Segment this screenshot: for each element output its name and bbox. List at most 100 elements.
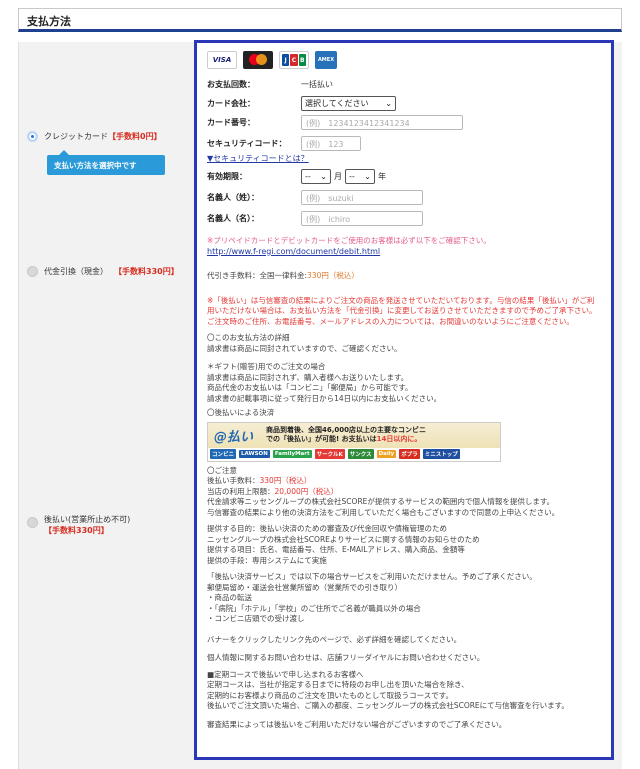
security-code-input[interactable]: (例) 123: [301, 135, 361, 151]
card-company-label: カード会社：: [207, 98, 255, 108]
restrict-line: 「後払い決済サービス」では以下の場合サービスをご利用いただけません。予めご了承く…: [207, 572, 537, 581]
provide-block: 提供する目的：後払い決済のための審査及び代金回収や債権管理のため ニッセングルー…: [207, 524, 601, 566]
regular-course-block: ■定期コースで後払いで申し込まれるお客様へ 定期コースは、当社が指定する日までに…: [207, 670, 601, 712]
score-line: 与信審査の結果により他の決済方法をご利用していただく場合もございますので同意の上…: [207, 507, 560, 517]
settlement-title: 〇後払いによる決済: [207, 408, 275, 417]
section-title: 支払方法: [27, 15, 71, 28]
cod-fee-line: 代引き手数料：全国一律料金:330円（税込）: [207, 271, 601, 282]
store-badge: コンビニ: [210, 449, 237, 459]
gift-title: ＊ギフト(贈答)用でのご注文の場合: [207, 362, 326, 371]
gift-line: 商品代金のお支払いは「コンビニ」「郵便局」から可能です。: [207, 383, 413, 392]
security-link-row: ▼セキュリティコードとは？: [207, 153, 601, 165]
card-brand-logos: VISA JCB AMEX: [207, 51, 601, 69]
last-name-row: 名義人（姓）： (例) suzuki: [207, 188, 601, 206]
cod-fee-value: 330円（税込）: [307, 271, 359, 280]
payment-option-credit[interactable]: クレジットカード 【手数料0円】: [27, 131, 162, 142]
last-name-label: 名義人（姓）：: [207, 192, 259, 202]
first-name-input[interactable]: (例) ichiro: [301, 210, 423, 226]
security-code-link[interactable]: ▼セキュリティコードとは？: [207, 154, 309, 163]
expiry-month-select[interactable]: -- ⌄: [301, 168, 331, 184]
expiry-row: 有効期限： -- ⌄ 月 -- ⌄ 年: [207, 167, 601, 185]
credit-card-label: クレジットカード: [44, 132, 108, 141]
store-badge: サークルK: [314, 449, 345, 459]
visa-logo: VISA: [207, 51, 237, 69]
gift-block: ＊ギフト(贈答)用でのご注文の場合 請求書は商品に同封されず、購入者様へお送りい…: [207, 362, 601, 404]
deferred-label: 後払い(営業所止め不可): [44, 515, 131, 524]
radio-credit-card[interactable]: [27, 131, 38, 142]
security-code-label: セキュリティコード：: [207, 138, 287, 148]
chevron-down-icon: ⌄: [364, 171, 371, 181]
jcb-logo: JCB: [279, 51, 309, 69]
first-name-row: 名義人（名）： (例) ichiro: [207, 209, 601, 227]
banner-top: @払い 商品到着後、全国46,000店以上の主要なコンビニ での「後払い」が可能…: [208, 422, 500, 448]
payment-option-deferred[interactable]: 後払い(営業所止め不可) 【手数料330円】: [27, 514, 192, 536]
banner-line1: 商品到着後、全国46,000店以上の主要なコンビニ: [266, 426, 427, 434]
provide-line: 提供する項目：氏名、電話番号、住所、E-MAILアドレス、購入商品、金額等: [207, 545, 465, 554]
banner-logo: @払い: [214, 429, 254, 445]
banner-line2b: 14日以内に。: [376, 435, 422, 443]
atobarai-banner[interactable]: @払い 商品到着後、全国46,000店以上の主要なコンビニ での「後払い」が可能…: [207, 421, 501, 462]
store-badge: ポプラ: [399, 449, 420, 459]
debit-info-link[interactable]: http://www.f-regi.com/document/debit.htm…: [207, 247, 601, 258]
deferred-fee-prefix: 後払い手数料：: [207, 476, 260, 485]
card-company-value: 選択してください: [305, 98, 369, 108]
first-name-label: 名義人（名）：: [207, 213, 259, 223]
last-name-input[interactable]: (例) suzuki: [301, 189, 423, 205]
expiry-month-value: --: [305, 171, 311, 181]
cod-fee-prefix: 代引き手数料：全国一律料金:: [207, 271, 308, 280]
caution-title: 〇ご注意: [207, 465, 237, 475]
detail-block: 〇このお支払方法の詳細 請求書は商品に同封されていますので、ご確認ください。: [207, 333, 601, 354]
detail-title: 〇このお支払方法の詳細: [207, 333, 290, 342]
final-note: 審査結果によっては後払いをご利用いただけない場合がございますのでご了承ください。: [207, 719, 507, 729]
card-company-select[interactable]: 選択してください ⌄: [301, 95, 396, 111]
restrict-line: 郵便局留め・運送会社営業所留め（営業所での引き取り）: [207, 582, 402, 592]
banner-note: バナーをクリックしたリンク先のページで、必ず詳細を確認してください。: [207, 634, 462, 644]
section-header: 支払方法: [18, 8, 622, 32]
banner-line2a: での「後払い」が可能! お支払いは: [266, 435, 377, 443]
regular-line: ■定期コースで後払いで申し込まれるお客様へ: [207, 669, 364, 679]
expiry-label: 有効期限：: [207, 171, 247, 181]
installments-row: お支払回数： 一括払い: [207, 75, 601, 93]
provide-line: 提供する目的：後払い決済のための審査及び代金回収や債権管理のため: [207, 524, 447, 533]
detail-body: 請求書は商品に同封されていますので、ご確認ください。: [207, 343, 402, 353]
expiry-year-select[interactable]: -- ⌄: [345, 168, 375, 184]
prepaid-note-block: ※プリペイドカードとデビットカードをご使用のお客様は必ず以下をご確認下さい。 h…: [207, 236, 601, 257]
year-unit: 年: [378, 171, 386, 181]
store-badge: FamilyMart: [272, 450, 312, 458]
security-code-row: セキュリティコード： (例) 123: [207, 134, 601, 152]
payment-option-cod[interactable]: 代金引換（現金） 【手数料330円】: [27, 266, 179, 277]
credit-card-panel: VISA JCB AMEX お支払回数： 一括払い カード会社： 選択してくださ…: [194, 40, 614, 760]
installments-value: 一括払い: [301, 79, 333, 89]
deferred-fee-value: 330円（税込）: [259, 476, 312, 485]
store-badge: LAWSON: [239, 450, 270, 458]
store-badge: ミニストップ: [422, 449, 460, 459]
card-number-row: カード番号： (例) 1234123412341234: [207, 113, 601, 131]
card-number-label: カード番号：: [207, 117, 255, 127]
restrict-block: 「後払い決済サービス」では以下の場合サービスをご利用いただけません。予めご了承く…: [207, 572, 601, 625]
installments-label: お支払回数：: [207, 79, 255, 89]
limit-prefix: 当店の利用上限額：: [207, 486, 275, 496]
chevron-down-icon: ⌄: [320, 171, 327, 181]
credit-card-fee: 【手数料0円】: [108, 132, 162, 141]
selected-tooltip: 支払い方法を選択中です: [47, 150, 165, 175]
amex-logo: AMEX: [315, 51, 337, 69]
radio-cod[interactable]: [27, 266, 38, 277]
deferred-warning: ※「後払い」は与信審査の結果によりご注文の商品を発送させていただいております。与…: [207, 295, 597, 326]
personal-info-note: 個人情報に関するお問い合わせは、店舗フリーダイヤルにお問い合わせください。: [207, 653, 485, 662]
provide-line: ニッセングループの株式会社SCOREよりサービスに関する情報のお知らせのため: [207, 534, 480, 544]
banner-store-list: コンビニ LAWSON FamilyMart サークルK サンクス Daily …: [208, 447, 500, 461]
banner-message: 商品到着後、全国46,000店以上の主要なコンビニ での「後払い」が可能! お支…: [266, 426, 426, 444]
limit-value: 20,000円（税込）: [274, 486, 339, 496]
month-unit: 月: [334, 171, 342, 181]
deferred-fee: 【手数料330円】: [44, 526, 109, 535]
caution-block: 〇ご注意 後払い手数料：330円（税込） 当店の利用上限額：20,000円（税込…: [207, 466, 601, 519]
expiry-year-value: --: [349, 171, 355, 181]
radio-deferred[interactable]: [27, 517, 38, 528]
store-badge: Daily: [376, 450, 397, 458]
chevron-down-icon: ⌄: [385, 98, 392, 108]
mastercard-logo: [243, 51, 273, 69]
card-number-input[interactable]: (例) 1234123412341234: [301, 114, 463, 130]
store-badge: サンクス: [347, 449, 374, 459]
cod-fee: 【手数料330円】: [114, 267, 179, 276]
cod-label: 代金引換（現金）: [44, 267, 108, 276]
